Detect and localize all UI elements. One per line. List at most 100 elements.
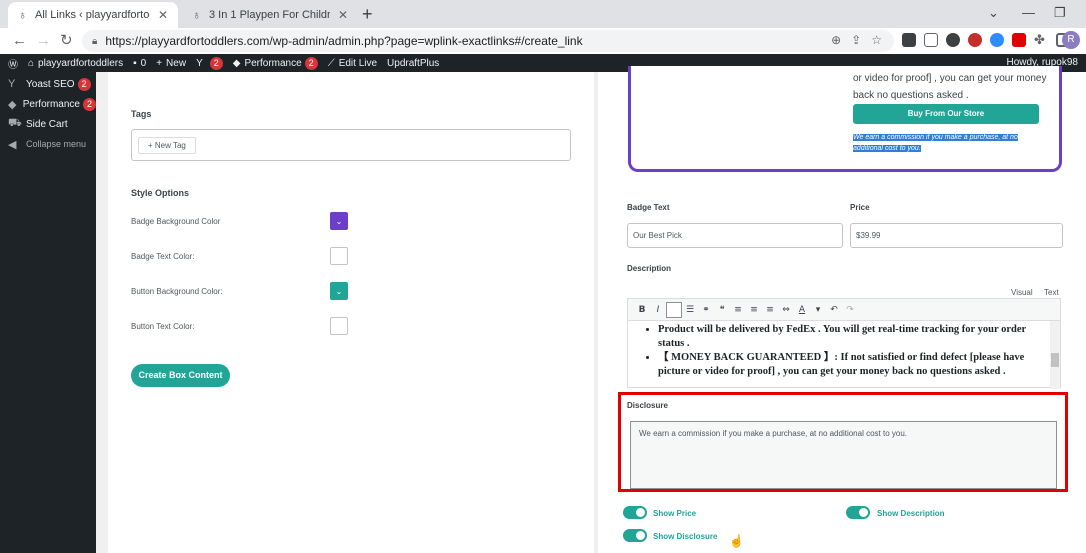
maximize-icon[interactable]: ❐ bbox=[1054, 5, 1066, 21]
editor-content[interactable]: Product will be delivered by FedEx . You… bbox=[628, 321, 1051, 389]
minimize-icon[interactable]: — bbox=[1022, 5, 1035, 20]
performance-icon: ◆ bbox=[232, 57, 241, 69]
admin-bar-performance[interactable]: ◆ Performance 2 bbox=[232, 56, 318, 70]
preview-description-text: or video for proof] , you can get your m… bbox=[853, 73, 1047, 101]
forward-arrow-icon[interactable]: → bbox=[36, 31, 51, 51]
badge-text-color-label: Badge Text Color: bbox=[131, 252, 195, 261]
undo-icon[interactable]: ↶ bbox=[826, 302, 842, 318]
admin-bar-updraft[interactable]: UpdraftPlus bbox=[387, 58, 439, 69]
tab-playpen[interactable]: ♁ 3 In 1 Playpen For Children Porta ✕ bbox=[182, 2, 358, 28]
list-item: 【 MONEY BACK GUARANTEED 】: If not satisf… bbox=[658, 351, 1039, 379]
redo-icon[interactable]: ↷ bbox=[842, 302, 858, 318]
badge-text-input[interactable]: Our Best Pick bbox=[627, 223, 843, 248]
chevron-down-icon: ⌄ bbox=[335, 286, 343, 296]
sidebar-item-side-cart[interactable]: ⛟ Side Cart bbox=[0, 114, 96, 134]
italic-icon[interactable]: I bbox=[650, 302, 666, 318]
comment-icon: ▪ bbox=[133, 57, 137, 69]
admin-bar-yoast[interactable]: Y2 bbox=[196, 56, 223, 70]
show-description-toggle[interactable] bbox=[846, 506, 870, 519]
performance-label: Performance bbox=[244, 57, 302, 69]
back-arrow-icon[interactable]: ← bbox=[12, 31, 27, 51]
new-tag-button[interactable]: + New Tag bbox=[138, 137, 196, 154]
tags-input[interactable]: + New Tag bbox=[131, 129, 571, 161]
product-box-preview: or video for proof] , you can get your m… bbox=[628, 66, 1062, 172]
share-icon[interactable]: ⇪ bbox=[851, 33, 861, 47]
extension-icon[interactable] bbox=[1012, 33, 1026, 47]
collapse-menu-button[interactable]: ◀ Collapse menu bbox=[0, 134, 96, 154]
admin-bar-edit-live[interactable]: ⟋ Edit Live bbox=[328, 58, 377, 69]
address-bar[interactable]: 🔒︎ https://playyardfortoddlers.com/wp-ad… bbox=[82, 30, 894, 52]
bold-icon[interactable]: B bbox=[634, 302, 650, 318]
text-color-icon[interactable]: A bbox=[794, 302, 810, 318]
button-text-color-picker[interactable] bbox=[330, 317, 348, 335]
disclosure-label: Disclosure bbox=[627, 401, 668, 410]
align-right-icon[interactable]: ≡ bbox=[762, 302, 778, 318]
sidebar-item-yoast-seo[interactable]: Y Yoast SEO 2 bbox=[0, 74, 96, 94]
tab-all-links[interactable]: ♁ All Links ‹ playyardfortoddlers — ✕ bbox=[8, 2, 178, 28]
notification-badge: 2 bbox=[209, 56, 223, 70]
show-description-label: Show Description bbox=[877, 509, 945, 518]
blockquote-icon[interactable]: ❝ bbox=[714, 302, 730, 318]
tab-text[interactable]: Text bbox=[1044, 288, 1059, 297]
style-settings-panel: Tags + New Tag Style Options Badge Backg… bbox=[108, 72, 594, 553]
strikethrough-icon[interactable]: ⇔ bbox=[778, 302, 794, 318]
description-label: Description bbox=[627, 264, 672, 273]
site-favicon-icon: ♁ bbox=[192, 8, 201, 22]
chevron-down-icon[interactable]: ▾ bbox=[810, 302, 826, 318]
align-left-icon[interactable]: ≡ bbox=[730, 302, 746, 318]
lock-icon: 🔒︎ bbox=[92, 35, 98, 47]
updraft-label: UpdraftPlus bbox=[387, 57, 440, 69]
format-selected-icon[interactable] bbox=[666, 301, 682, 318]
badge-text-color-picker[interactable] bbox=[330, 247, 348, 265]
box-content-panel: or video for proof] , you can get your m… bbox=[598, 66, 1086, 553]
admin-bar-comments[interactable]: ▪ 0 bbox=[133, 58, 146, 69]
description-editor[interactable]: B I ☰ ⚭ ❝ ≡ ≡ ≡ ⇔ A ▾ ↶ ↷ Product will b… bbox=[627, 298, 1061, 389]
puzzle-extensions-icon[interactable]: ✤ bbox=[1034, 33, 1048, 47]
price-input[interactable]: $39.99 bbox=[850, 223, 1063, 248]
zoom-icon[interactable]: ⊕ bbox=[831, 33, 841, 47]
buy-from-store-button[interactable]: Buy From Our Store bbox=[853, 104, 1039, 124]
collapse-arrow-icon: ◀ bbox=[8, 138, 17, 151]
sidebar-item-performance[interactable]: ◆ Performance 2 bbox=[0, 94, 96, 114]
bookmark-star-icon[interactable]: ☆ bbox=[871, 33, 882, 47]
extension-icon[interactable] bbox=[968, 33, 982, 47]
extension-icon[interactable] bbox=[990, 33, 1004, 47]
chevron-down-icon[interactable]: ⌄ bbox=[988, 5, 999, 21]
button-text-color-label: Button Text Color: bbox=[131, 322, 195, 331]
button-background-color-picker[interactable]: ⌄ bbox=[330, 282, 348, 300]
extensions-area: ✤ bbox=[902, 33, 1070, 47]
admin-bar-site[interactable]: ⌂ playyardfortoddlers bbox=[28, 58, 123, 69]
wordpress-logo-icon[interactable]: Ⓦ bbox=[8, 56, 18, 71]
yoast-icon: Y bbox=[8, 78, 16, 90]
sidebar-item-label: Performance bbox=[22, 98, 80, 110]
admin-bar-new[interactable]: + New bbox=[156, 58, 186, 69]
new-tab-plus-icon[interactable]: + bbox=[362, 4, 373, 24]
sidebar-item-label: Yoast SEO bbox=[26, 78, 75, 90]
extension-icon[interactable] bbox=[946, 33, 960, 47]
editor-scrollbar[interactable] bbox=[1050, 321, 1060, 389]
show-price-label: Show Price bbox=[653, 509, 697, 518]
price-label: Price bbox=[850, 203, 870, 212]
scrollbar-thumb[interactable] bbox=[1051, 353, 1059, 367]
reload-icon[interactable]: ↻ bbox=[60, 31, 73, 51]
site-favicon-icon: ♁ bbox=[18, 8, 27, 22]
create-box-content-button[interactable]: Create Box Content bbox=[131, 364, 230, 387]
extension-icon[interactable] bbox=[924, 33, 938, 47]
show-price-toggle[interactable] bbox=[623, 506, 647, 519]
close-tab-icon[interactable]: ✕ bbox=[338, 8, 348, 22]
align-center-icon[interactable]: ≡ bbox=[746, 302, 762, 318]
notification-badge: 2 bbox=[304, 56, 318, 70]
cart-icon: ⛟ bbox=[8, 117, 22, 129]
mouse-pointer-icon: ☝ bbox=[729, 534, 744, 548]
show-disclosure-toggle[interactable] bbox=[623, 529, 647, 542]
bulleted-list-icon[interactable]: ☰ bbox=[682, 302, 698, 318]
extension-icon[interactable] bbox=[902, 33, 916, 47]
link-icon[interactable]: ⚭ bbox=[698, 302, 714, 318]
profile-avatar[interactable]: R bbox=[1062, 31, 1080, 49]
close-tab-icon[interactable]: ✕ bbox=[158, 8, 168, 22]
tab-visual[interactable]: Visual bbox=[1011, 288, 1033, 297]
disclosure-textarea[interactable]: We earn a commission if you make a purch… bbox=[630, 421, 1057, 489]
plus-icon: + bbox=[156, 57, 163, 69]
badge-background-color-picker[interactable]: ⌄ bbox=[330, 212, 348, 230]
show-disclosure-label: Show Disclosure bbox=[653, 532, 718, 541]
